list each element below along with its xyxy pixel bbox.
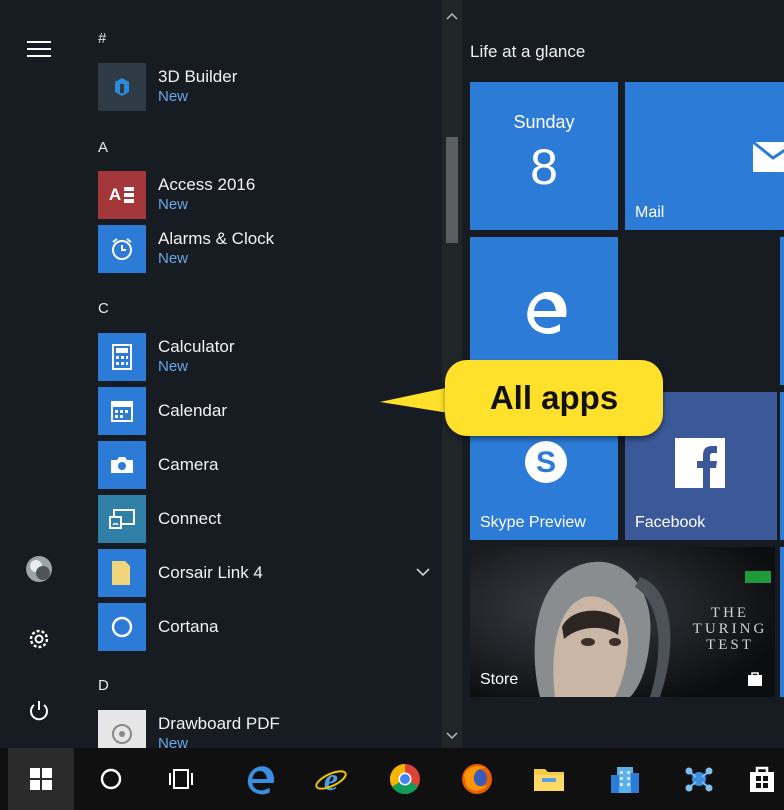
calendar-day: Sunday — [513, 112, 575, 132]
scroll-down-icon[interactable] — [446, 732, 458, 740]
chrome-icon — [389, 764, 420, 795]
hamburger-menu-button[interactable] — [18, 28, 60, 70]
hamburger-icon — [27, 41, 51, 57]
taskbar-chrome-button[interactable] — [374, 748, 436, 810]
drawboard-icon — [98, 710, 146, 748]
power-button[interactable] — [18, 690, 60, 732]
calendar-tile[interactable]: Sunday 8 — [470, 82, 618, 230]
start-menu: # 3D Builder New A A Access 2016 New Ala… — [0, 0, 784, 748]
taskbar: e — [0, 748, 784, 810]
taskbar-store-button[interactable] — [740, 748, 784, 810]
svg-text:e: e — [324, 763, 338, 795]
internet-explorer-icon: e — [315, 763, 347, 795]
app-new-badge: New — [158, 196, 189, 213]
all-apps-callout: All apps — [445, 360, 663, 436]
connect-icon — [98, 495, 146, 543]
app-new-badge: New — [158, 358, 189, 375]
app-cortana[interactable]: Cortana — [98, 603, 428, 651]
edge-icon — [527, 291, 567, 335]
power-icon — [30, 701, 48, 721]
store-tile[interactable]: THE TURING TEST Store — [470, 547, 775, 697]
app-drawboard-pdf[interactable]: Drawboard PDF New — [98, 710, 428, 748]
tile-label: Facebook — [635, 514, 706, 531]
calendar-icon — [98, 387, 146, 435]
skype-icon: S — [525, 441, 567, 483]
taskbar-edge-button[interactable] — [228, 748, 290, 810]
folder-icon — [98, 549, 146, 597]
access-icon: A — [98, 171, 146, 219]
facebook-icon — [675, 438, 725, 488]
all-apps-list: # 3D Builder New A A Access 2016 New Ala… — [78, 0, 442, 748]
app-name: Calculator — [158, 337, 235, 356]
section-header-c[interactable]: C — [98, 300, 109, 317]
calculator-icon — [98, 333, 146, 381]
scroll-up-icon[interactable] — [446, 12, 458, 20]
store-bag-icon — [750, 766, 774, 792]
app-3d-builder[interactable]: 3D Builder New — [98, 63, 428, 111]
start-button[interactable] — [8, 748, 74, 810]
gear-icon — [29, 629, 49, 649]
app-name: Calendar — [158, 401, 227, 420]
section-header-a[interactable]: A — [98, 139, 108, 156]
offscreen-tile-edge — [780, 237, 784, 385]
chevron-down-icon[interactable] — [416, 567, 430, 577]
task-view-button[interactable] — [150, 748, 212, 810]
tile-label: Mail — [635, 204, 665, 221]
app-name: Connect — [158, 509, 222, 528]
start-rail — [0, 0, 78, 748]
scrollbar-thumb[interactable] — [446, 137, 458, 243]
tile-label: Store — [480, 671, 519, 688]
app-corsair-link-4[interactable]: Corsair Link 4 — [98, 549, 430, 597]
app-calculator[interactable]: Calculator New — [98, 333, 428, 381]
alarm-clock-icon — [98, 225, 146, 273]
settings-button[interactable] — [18, 618, 60, 660]
svg-text:S: S — [536, 446, 556, 479]
task-view-icon — [169, 769, 193, 789]
tile-group-title[interactable]: Life at a glance — [470, 42, 585, 62]
app-camera[interactable]: Camera — [98, 441, 428, 489]
app-new-badge: New — [158, 250, 189, 267]
app-name: Drawboard PDF — [158, 714, 280, 733]
app-calendar[interactable]: Calendar — [98, 387, 428, 435]
camera-icon — [98, 441, 146, 489]
3d-builder-icon — [98, 63, 146, 111]
app-connect[interactable]: Connect — [98, 495, 428, 543]
taskbar-firefox-button[interactable] — [446, 748, 508, 810]
edge-icon — [247, 766, 275, 795]
offscreen-tile-edge — [780, 547, 784, 697]
app-alarms-clock[interactable]: Alarms & Clock New — [98, 225, 428, 273]
cortana-search-button[interactable] — [80, 748, 142, 810]
tile-label: Skype Preview — [480, 514, 586, 531]
app-name: Camera — [158, 455, 219, 474]
taskbar-app-button[interactable] — [594, 748, 656, 810]
cortana-circle-icon — [100, 768, 122, 790]
app-name: Cortana — [158, 617, 219, 636]
app-new-badge: New — [158, 88, 189, 105]
offscreen-tile-edge — [780, 392, 784, 540]
file-explorer-icon — [534, 769, 564, 791]
user-avatar-button[interactable] — [18, 548, 60, 590]
avatar-icon — [26, 556, 52, 582]
calendar-date: 8 — [530, 139, 558, 195]
mail-tile[interactable]: Mail — [625, 82, 784, 230]
app-access-2016[interactable]: A Access 2016 New — [98, 171, 428, 219]
app-name: Corsair Link 4 — [158, 563, 263, 582]
taskbar-ie-button[interactable]: e — [300, 748, 362, 810]
firefox-icon — [462, 764, 492, 794]
app-name: Alarms & Clock — [158, 229, 275, 248]
windows-logo-icon — [30, 768, 52, 790]
store-bag-icon — [748, 672, 762, 686]
app-name: 3D Builder — [158, 67, 238, 86]
network-app-icon — [685, 767, 713, 792]
app-new-badge: New — [158, 735, 189, 748]
taskbar-network-app-button[interactable] — [668, 748, 730, 810]
store-art-title: THE TURING TEST — [692, 605, 768, 653]
section-header-d[interactable]: D — [98, 677, 109, 694]
app-name: Access 2016 — [158, 175, 256, 194]
taskbar-file-explorer-button[interactable] — [518, 748, 580, 810]
mail-icon — [752, 140, 784, 172]
section-header-hash[interactable]: # — [98, 30, 106, 47]
cortana-icon — [98, 603, 146, 651]
building-icon — [611, 767, 639, 793]
